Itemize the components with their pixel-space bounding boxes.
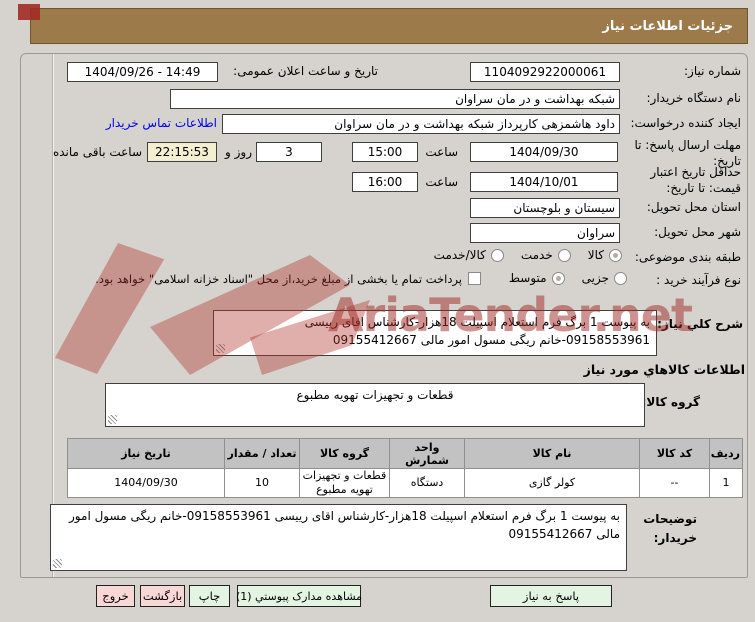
table-header-cell: تاریخ نیاز — [67, 438, 225, 469]
radio-option-minor[interactable]: جزیی — [582, 271, 627, 285]
delivery-province-field[interactable]: سیستان و بلوچستان — [470, 198, 620, 218]
table-cell: -- — [639, 468, 710, 498]
table-header-cell: ردیف — [709, 438, 743, 469]
need-description-textarea[interactable]: به پیوست 1 برگ فرم استعلام اسپیلت 18هزار… — [213, 310, 657, 356]
answer-need-button[interactable]: پاسخ به نیاز — [490, 585, 612, 607]
goods-group-label: گروه کالا: — [641, 395, 700, 409]
delivery-city-field[interactable]: سراوان — [470, 223, 620, 243]
radio-option-goods[interactable]: کالا — [588, 248, 622, 262]
treasury-checkbox-label: پرداخت تمام یا بخشی از مبلغ خرید،از محل … — [95, 272, 462, 286]
radio-option-service[interactable]: خدمت — [521, 248, 571, 262]
purchase-process-label: نوع فرآیند خرید : — [656, 273, 741, 287]
buyer-notes-label: توضیحات خریدار: — [643, 512, 697, 546]
purchase-process-options: جزیی متوسط — [509, 271, 627, 285]
treasury-checkbox-row: پرداخت تمام یا بخشی از مبلغ خرید،از محل … — [95, 272, 481, 286]
buyer-notes-textarea[interactable]: به پیوست 1 برگ فرم استعلام اسپیلت 18هزار… — [50, 504, 627, 571]
back-button[interactable]: بازگشت — [140, 585, 185, 607]
request-creator-label: ایجاد کننده درخواست: — [630, 116, 741, 130]
reply-deadline-hour-label: ساعت — [425, 145, 458, 159]
table-cell: 1404/09/30 — [67, 468, 225, 498]
radio-service-label: خدمت — [520, 248, 553, 262]
buyer-notes-text: به پیوست 1 برگ فرم استعلام اسپیلت 18هزار… — [69, 509, 620, 541]
table-header-cell: گروه کالا — [299, 438, 390, 469]
watermark-corner-mark — [18, 4, 40, 20]
reply-deadline-time-field[interactable]: 15:00 — [352, 142, 418, 162]
delivery-province-label: استان محل تحویل: — [646, 200, 741, 214]
subject-class-options: کالا خدمت کالا/خدمت — [434, 248, 622, 262]
exit-button[interactable]: خروج — [96, 585, 135, 607]
need-description-label: شرح کلي نیاز: — [657, 317, 743, 331]
radio-medium-icon[interactable] — [551, 271, 565, 285]
buyer-org-label: نام دستگاه خریدار: — [646, 91, 742, 105]
radio-goods-label: کالا — [587, 248, 604, 262]
table-header-cell: نام کالا — [464, 438, 640, 469]
page-title-bar: جزئیات اطلاعات نیاز — [30, 8, 748, 44]
need-details-page: جزئیات اطلاعات نیاز شماره نیاز: 11040929… — [0, 0, 755, 622]
print-button[interactable]: چاپ — [189, 585, 230, 607]
goods-group-textarea[interactable]: قطعات و تجهیزات تهویه مطبوع — [105, 383, 645, 427]
remaining-days-field[interactable]: 3 — [256, 142, 322, 162]
table-cell: 10 — [224, 468, 300, 498]
need-number-field[interactable]: 1104092922000061 — [470, 62, 620, 82]
table-header-cell: تعداد / مقدار — [224, 438, 300, 469]
price-validity-hour-label: ساعت — [425, 175, 458, 189]
buyer-org-field[interactable]: شبکه بهداشت و در مان سراوان — [170, 89, 620, 109]
table-header-cell: واحد شمارش — [389, 438, 465, 469]
price-validity-date-field[interactable]: 1404/10/01 — [470, 172, 618, 192]
announce-datetime-field[interactable]: 1404/09/26 - 14:49 — [67, 62, 218, 82]
radio-service-icon[interactable] — [557, 248, 571, 262]
table-header-row: ردیف کد کالا نام کالا واحد شمارش گروه کالا تع… — [67, 438, 743, 469]
view-attachments-button[interactable]: مشاهده مدارک پیوستي (1) — [236, 585, 362, 607]
goods-group-text: قطعات و تجهیزات تهویه مطبوع — [296, 388, 454, 402]
delivery-city-label: شهر محل تحویل: — [654, 225, 741, 239]
need-description-text: به پیوست 1 برگ فرم استعلام اسپیلت 18هزار… — [304, 315, 650, 347]
radio-minor-label: جزیی — [581, 271, 609, 285]
remaining-time-field[interactable]: 22:15:53 — [147, 142, 217, 162]
table-cell: قطعات و تجهیزات تهویه مطبوع — [299, 468, 390, 498]
radio-medium-label: متوسط — [508, 271, 547, 285]
table-cell: دستگاه — [389, 468, 465, 498]
radio-goods-icon[interactable] — [609, 248, 622, 262]
items-section-header: اطلاعات کالاهاي مورد نیاز — [583, 362, 745, 377]
radio-goods-service-label: کالا/خدمت — [433, 248, 486, 262]
treasury-checkbox[interactable] — [468, 272, 481, 285]
subject-class-label: طبقه بندی موضوعی: — [634, 250, 741, 264]
remaining-days-label: روز و — [225, 145, 252, 159]
items-table: ردیف کد کالا نام کالا واحد شمارش گروه کالا تع… — [67, 438, 743, 498]
radio-option-medium[interactable]: متوسط — [509, 271, 565, 285]
resize-grip-icon[interactable] — [216, 344, 225, 353]
request-creator-field[interactable]: داود هاشمزهی کارپرداز شبکه بهداشت و در م… — [222, 114, 620, 134]
radio-goods-service-icon[interactable] — [490, 248, 504, 262]
reply-deadline-date-field[interactable]: 1404/09/30 — [470, 142, 618, 162]
table-cell: کولر گازی — [464, 468, 640, 498]
resize-grip-icon[interactable] — [108, 415, 117, 424]
announce-datetime-label: تاریخ و ساعت اعلان عمومی: — [233, 64, 378, 78]
table-header-cell: کد کالا — [639, 438, 710, 469]
page-title: جزئیات اطلاعات نیاز — [602, 18, 733, 34]
price-validity-label: حداقل تاریخ اعتبار قیمت: تا تاریخ: — [650, 165, 741, 195]
panel-divider-highlight — [53, 54, 54, 577]
resize-grip-icon[interactable] — [53, 559, 62, 568]
need-number-label: شماره نیاز: — [684, 64, 741, 78]
remaining-label: ساعت باقی مانده — [52, 145, 142, 159]
price-validity-time-field[interactable]: 16:00 — [352, 172, 418, 192]
radio-option-goods-service[interactable]: کالا/خدمت — [434, 248, 504, 262]
table-cell: 1 — [709, 468, 743, 498]
radio-minor-icon[interactable] — [614, 271, 627, 285]
buyer-contact-link[interactable]: اطلاعات تماس خریدار — [106, 116, 217, 130]
table-row: 1 -- کولر گازی دستگاه قطعات و تجهیزات تهویه … — [67, 468, 743, 498]
